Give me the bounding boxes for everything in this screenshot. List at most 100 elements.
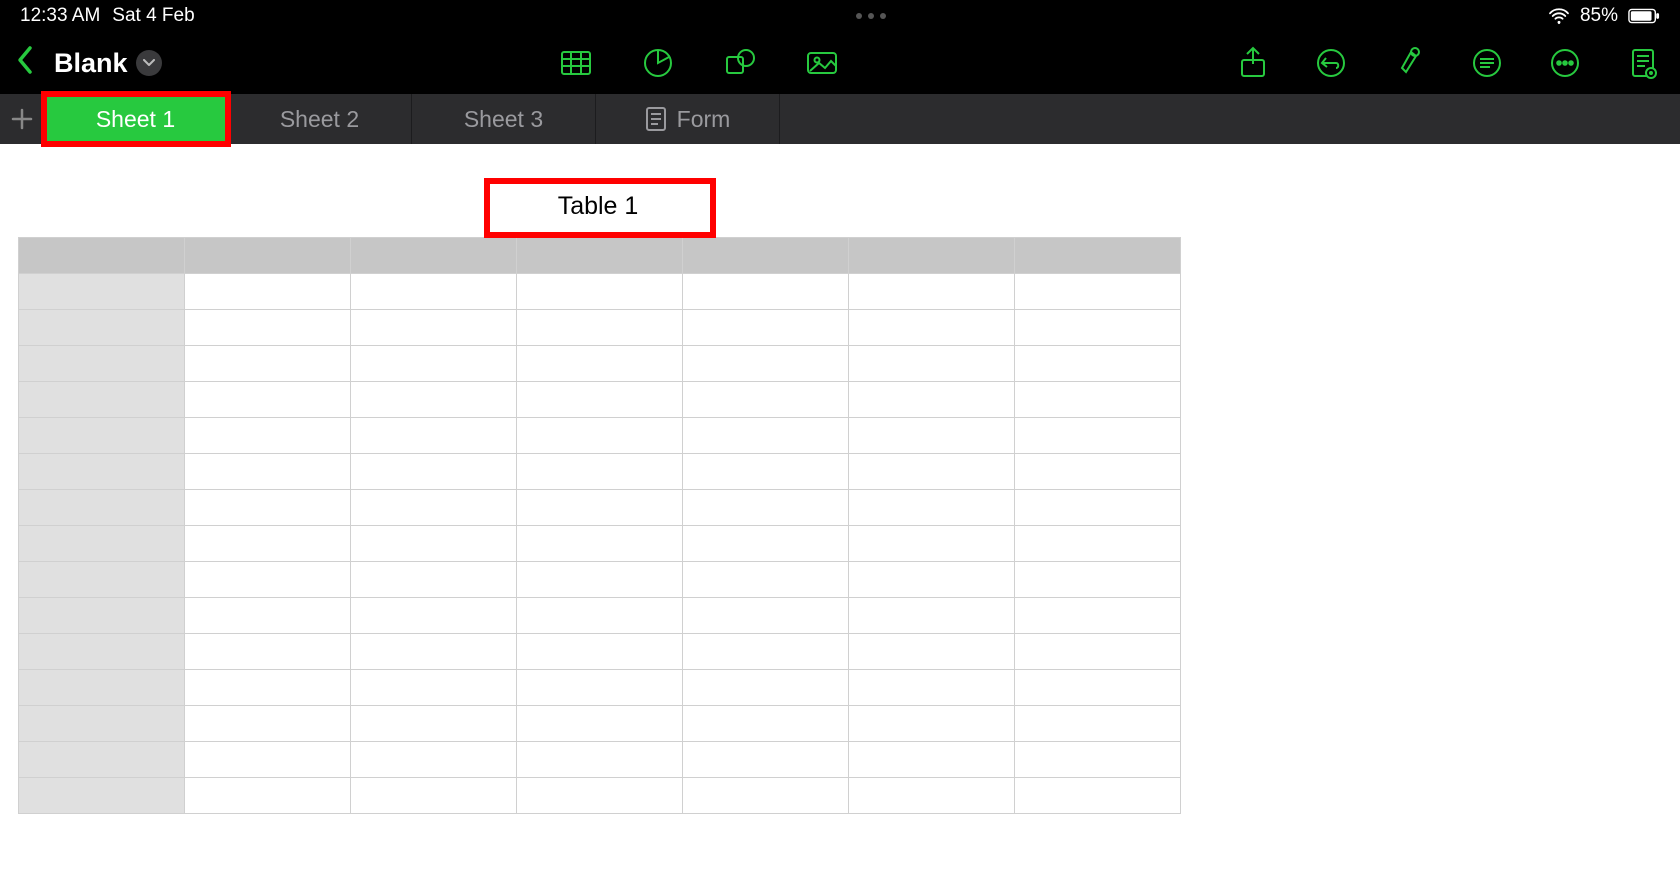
cell[interactable] — [185, 778, 351, 814]
cell[interactable] — [185, 310, 351, 346]
cell[interactable] — [683, 490, 849, 526]
cell[interactable] — [517, 526, 683, 562]
cell[interactable] — [351, 598, 517, 634]
cell[interactable] — [351, 634, 517, 670]
back-button[interactable] — [12, 45, 40, 81]
spreadsheet-canvas[interactable]: Table 1 — [0, 144, 1680, 879]
cell[interactable] — [683, 418, 849, 454]
cell[interactable] — [1015, 634, 1181, 670]
cell[interactable] — [351, 274, 517, 310]
cell[interactable] — [517, 490, 683, 526]
row-header[interactable] — [19, 346, 185, 382]
cell[interactable] — [351, 670, 517, 706]
cell[interactable] — [517, 670, 683, 706]
collaborate-button[interactable] — [1392, 46, 1426, 80]
activity-button[interactable] — [1626, 46, 1660, 80]
add-sheet-button[interactable] — [0, 94, 44, 144]
comments-button[interactable] — [1470, 46, 1504, 80]
cell[interactable] — [351, 310, 517, 346]
cell[interactable] — [849, 418, 1015, 454]
cell[interactable] — [683, 670, 849, 706]
cell[interactable] — [185, 670, 351, 706]
cell[interactable] — [185, 490, 351, 526]
row-header[interactable] — [19, 778, 185, 814]
row-header[interactable] — [19, 418, 185, 454]
table-title[interactable]: Table 1 — [18, 182, 1178, 237]
cell[interactable] — [517, 310, 683, 346]
cell[interactable] — [1015, 418, 1181, 454]
row-header[interactable] — [19, 490, 185, 526]
cell[interactable] — [351, 706, 517, 742]
cell[interactable] — [351, 454, 517, 490]
cell[interactable] — [517, 562, 683, 598]
row-header[interactable] — [19, 274, 185, 310]
cell[interactable] — [517, 418, 683, 454]
cell[interactable] — [1015, 346, 1181, 382]
cell[interactable] — [1015, 706, 1181, 742]
cell[interactable] — [683, 598, 849, 634]
spreadsheet-table[interactable] — [18, 237, 1181, 814]
row-header[interactable] — [19, 310, 185, 346]
cell[interactable] — [683, 706, 849, 742]
cell[interactable] — [683, 310, 849, 346]
cell[interactable] — [1015, 526, 1181, 562]
cell[interactable] — [517, 634, 683, 670]
cell[interactable] — [1015, 562, 1181, 598]
cell[interactable] — [849, 346, 1015, 382]
cell[interactable] — [1015, 490, 1181, 526]
cell[interactable] — [849, 670, 1015, 706]
cell[interactable] — [351, 778, 517, 814]
cell[interactable] — [1015, 310, 1181, 346]
cell[interactable] — [849, 454, 1015, 490]
cell[interactable] — [517, 454, 683, 490]
cell[interactable] — [351, 346, 517, 382]
cell[interactable] — [185, 562, 351, 598]
row-header[interactable] — [19, 598, 185, 634]
cell[interactable] — [849, 598, 1015, 634]
cell[interactable] — [185, 742, 351, 778]
column-header[interactable] — [1015, 238, 1181, 274]
cell[interactable] — [849, 382, 1015, 418]
cell[interactable] — [683, 382, 849, 418]
cell[interactable] — [849, 562, 1015, 598]
cell[interactable] — [185, 526, 351, 562]
cell[interactable] — [517, 706, 683, 742]
cell[interactable] — [849, 490, 1015, 526]
undo-button[interactable] — [1314, 46, 1348, 80]
column-header[interactable] — [849, 238, 1015, 274]
cell[interactable] — [1015, 382, 1181, 418]
cell[interactable] — [1015, 274, 1181, 310]
row-header[interactable] — [19, 454, 185, 490]
cell[interactable] — [683, 634, 849, 670]
more-button[interactable] — [1548, 46, 1582, 80]
row-header[interactable] — [19, 706, 185, 742]
cell[interactable] — [351, 742, 517, 778]
cell[interactable] — [517, 382, 683, 418]
cell[interactable] — [683, 526, 849, 562]
cell[interactable] — [683, 742, 849, 778]
row-header[interactable] — [19, 526, 185, 562]
column-header[interactable] — [185, 238, 351, 274]
cell[interactable] — [517, 274, 683, 310]
cell[interactable] — [849, 778, 1015, 814]
cell[interactable] — [683, 562, 849, 598]
cell[interactable] — [351, 562, 517, 598]
cell[interactable] — [1015, 670, 1181, 706]
column-header[interactable] — [351, 238, 517, 274]
sheet-tab[interactable]: Sheet 1 — [44, 94, 228, 144]
cell[interactable] — [351, 490, 517, 526]
cell[interactable] — [849, 274, 1015, 310]
cell[interactable] — [1015, 742, 1181, 778]
cell[interactable] — [849, 310, 1015, 346]
document-title-button[interactable]: Blank — [54, 48, 162, 79]
sheet-tab[interactable]: Sheet 3 — [412, 94, 596, 144]
cell[interactable] — [185, 346, 351, 382]
cell[interactable] — [683, 454, 849, 490]
cell[interactable] — [849, 526, 1015, 562]
cell[interactable] — [683, 274, 849, 310]
share-button[interactable] — [1236, 46, 1270, 80]
cell[interactable] — [185, 598, 351, 634]
sheet-tab[interactable]: Form — [596, 94, 780, 144]
cell[interactable] — [185, 382, 351, 418]
cell[interactable] — [849, 634, 1015, 670]
